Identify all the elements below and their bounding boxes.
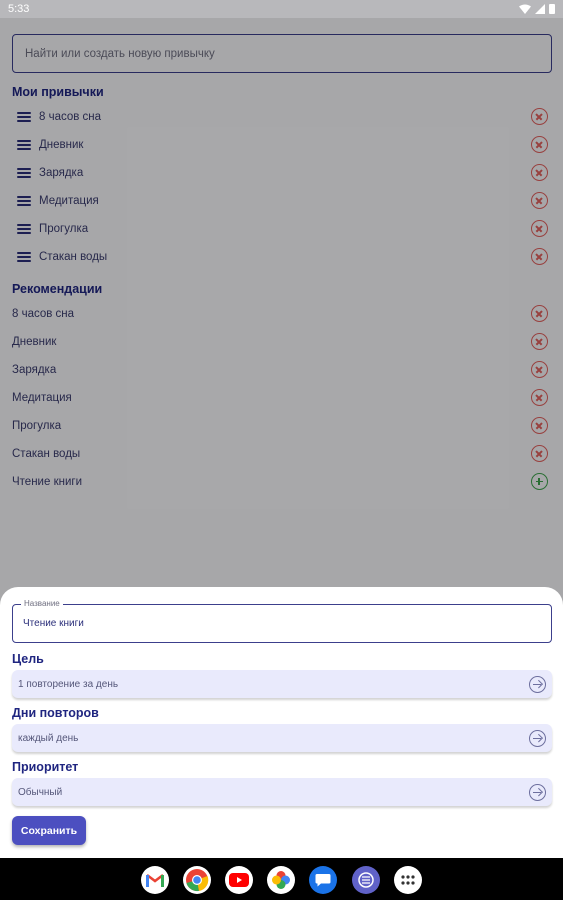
name-field-label: Название: [21, 599, 63, 608]
days-selector[interactable]: каждый день: [12, 724, 552, 752]
status-bar: 5:33: [0, 0, 563, 18]
chrome-icon[interactable]: [183, 866, 211, 894]
photos-icon[interactable]: [267, 866, 295, 894]
save-button[interactable]: Сохранить: [12, 816, 86, 845]
signal-icon: [535, 4, 545, 14]
name-field[interactable]: Название Чтение книги: [12, 599, 552, 643]
youtube-icon[interactable]: [225, 866, 253, 894]
arrow-right-icon: [529, 784, 546, 801]
status-icons: [519, 4, 555, 14]
messages-icon[interactable]: [309, 866, 337, 894]
goal-selector[interactable]: 1 повторение за день: [12, 670, 552, 698]
bottom-sheet: Название Чтение книги Цель 1 повторение …: [0, 587, 563, 858]
gmail-icon[interactable]: [141, 866, 169, 894]
priority-label: Приоритет: [12, 760, 79, 774]
priority-selector[interactable]: Обычный: [12, 778, 552, 806]
app-icon[interactable]: [352, 866, 380, 894]
goal-value: 1 повторение за день: [18, 678, 119, 690]
navigation-bar: [0, 858, 563, 900]
arrow-right-icon: [529, 730, 546, 747]
arrow-right-icon: [529, 676, 546, 693]
wifi-icon: [519, 4, 531, 14]
days-label: Дни повторов: [12, 706, 99, 720]
priority-value: Обычный: [18, 786, 63, 798]
battery-icon: [549, 4, 555, 14]
days-value: каждый день: [18, 732, 79, 744]
name-field-value: Чтение книги: [23, 618, 84, 629]
goal-label: Цель: [12, 652, 44, 666]
status-time: 5:33: [8, 3, 30, 15]
apps-grid-icon[interactable]: [394, 866, 422, 894]
